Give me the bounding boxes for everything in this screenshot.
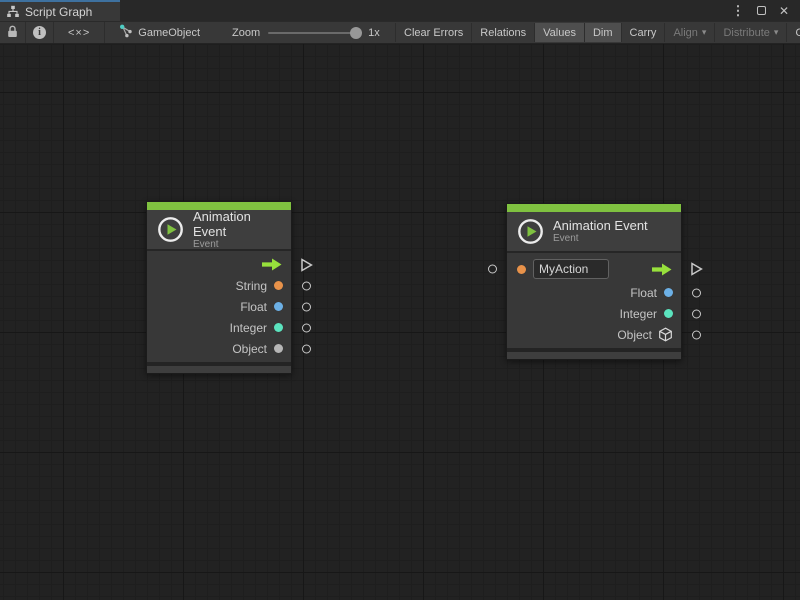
node-animation-event-1[interactable]: Animation Event Event xyxy=(146,201,292,374)
float-type-dot xyxy=(664,288,673,297)
window-menu-icon[interactable]: ⋮ xyxy=(730,3,746,19)
port-row-integer: Integer xyxy=(507,303,681,324)
action-name-input-port[interactable] xyxy=(488,265,497,274)
string-type-dot xyxy=(274,281,283,290)
graph-toolbar: i <×> GameObject Zoom 1x Clear xyxy=(0,21,800,44)
node-title: Animation Event xyxy=(193,209,281,239)
event-play-icon xyxy=(157,216,184,243)
dim-button[interactable]: Dim xyxy=(585,23,622,42)
tab-title: Script Graph xyxy=(25,5,92,19)
relations-button[interactable]: Relations xyxy=(472,23,535,42)
node-footer xyxy=(147,362,291,373)
maximize-icon[interactable] xyxy=(753,3,769,19)
trigger-output-port[interactable] xyxy=(690,262,703,277)
code-view-button[interactable]: <×> xyxy=(54,22,105,43)
zoom-label: Zoom xyxy=(232,27,260,39)
info-button[interactable]: i xyxy=(26,22,54,43)
zoom-control: Zoom 1x xyxy=(210,22,380,43)
node-animation-event-2[interactable]: Animation Event Event xyxy=(506,203,682,360)
lock-icon xyxy=(7,25,18,41)
string-type-dot xyxy=(517,265,526,274)
graph-hierarchy-icon xyxy=(6,5,20,18)
values-button[interactable]: Values xyxy=(535,23,585,42)
string-output-port[interactable] xyxy=(302,281,311,290)
graph-network-icon xyxy=(119,24,133,41)
object-output-port[interactable] xyxy=(692,330,701,339)
tab-script-graph[interactable]: Script Graph xyxy=(0,0,120,21)
window-controls: ⋮ ✕ xyxy=(730,0,800,21)
align-dropdown[interactable]: Align ▾ xyxy=(665,23,715,42)
clear-errors-button[interactable]: Clear Errors xyxy=(395,23,472,42)
chevron-down-icon: ▾ xyxy=(702,27,707,38)
float-output-port[interactable] xyxy=(302,302,311,311)
cube-icon xyxy=(658,327,673,342)
node-header[interactable]: Animation Event Event xyxy=(147,210,291,249)
action-name-field[interactable] xyxy=(533,259,609,279)
lock-button[interactable] xyxy=(0,22,26,43)
info-icon: i xyxy=(33,26,46,39)
trigger-arrow-icon xyxy=(650,263,673,276)
event-play-icon xyxy=(517,218,544,245)
node-body: String Float Integer Object xyxy=(147,249,291,362)
port-row-float: Float xyxy=(507,282,681,303)
carry-button[interactable]: Carry xyxy=(622,23,666,42)
integer-output-port[interactable] xyxy=(692,309,701,318)
node-header[interactable]: Animation Event Event xyxy=(507,212,681,251)
port-row-object: Object xyxy=(147,338,291,359)
chevron-down-icon: ▾ xyxy=(774,27,779,38)
node-accent-bar xyxy=(507,204,681,212)
code-view-icon: <×> xyxy=(68,27,90,39)
zoom-slider[interactable] xyxy=(268,32,360,34)
port-row-string: String xyxy=(147,275,291,296)
float-output-port[interactable] xyxy=(692,288,701,297)
graph-reference-label: GameObject xyxy=(138,27,200,39)
graph-canvas[interactable]: Animation Event Event xyxy=(0,44,800,600)
action-name-row xyxy=(507,256,681,282)
port-row-integer: Integer xyxy=(147,317,291,338)
node-title: Animation Event xyxy=(553,218,648,233)
trigger-output-row xyxy=(147,254,291,275)
object-type-dot xyxy=(274,344,283,353)
integer-output-port[interactable] xyxy=(302,323,311,332)
script-graph-window: Script Graph ⋮ ✕ i <×> xyxy=(0,0,800,600)
node-footer xyxy=(507,348,681,359)
object-output-port[interactable] xyxy=(302,344,311,353)
trigger-output-port[interactable] xyxy=(300,257,313,272)
overview-button[interactable]: Overview xyxy=(787,23,800,42)
graph-reference-button[interactable]: GameObject xyxy=(105,22,210,43)
port-row-float: Float xyxy=(147,296,291,317)
tab-bar: Script Graph ⋮ ✕ xyxy=(0,0,800,21)
zoom-slider-handle[interactable] xyxy=(350,27,362,39)
trigger-arrow-icon xyxy=(260,258,283,271)
close-icon[interactable]: ✕ xyxy=(776,3,792,19)
distribute-dropdown[interactable]: Distribute ▾ xyxy=(715,23,787,42)
float-type-dot xyxy=(274,302,283,311)
node-body: Float Integer Object xyxy=(507,251,681,348)
toolbar-button-group: Clear Errors Relations Values Dim Carry … xyxy=(395,23,800,42)
integer-type-dot xyxy=(274,323,283,332)
integer-type-dot xyxy=(664,309,673,318)
port-row-object: Object xyxy=(507,324,681,345)
zoom-value: 1x xyxy=(368,27,380,39)
node-subtitle: Event xyxy=(553,233,648,245)
